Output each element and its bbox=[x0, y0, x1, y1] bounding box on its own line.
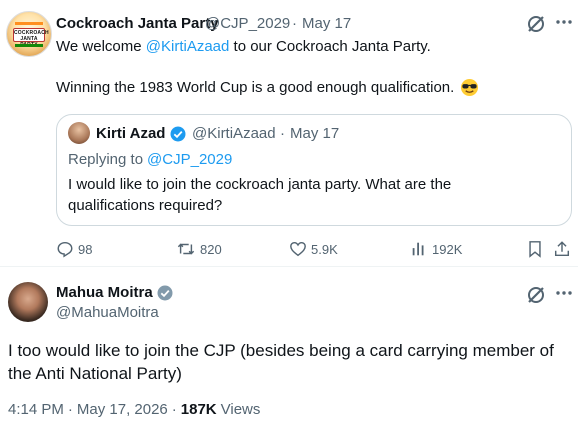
reply-count: 98 bbox=[78, 241, 93, 257]
tweet-text-line2-content: Winning the 1983 World Cup is a good eno… bbox=[56, 79, 455, 96]
tweet-text-line1: We welcome @KirtiAzaad to our Cockroach … bbox=[56, 38, 431, 55]
like-button[interactable]: 5.9K bbox=[289, 240, 338, 258]
like-count: 5.9K bbox=[311, 241, 338, 257]
quoted-separator-dot: · bbox=[280, 125, 285, 142]
post-date[interactable]: May 17 bbox=[302, 15, 351, 32]
mahua-avatar[interactable] bbox=[8, 282, 48, 322]
views-button[interactable]: 192K bbox=[410, 240, 462, 258]
separator-dot: · bbox=[171, 401, 177, 418]
quoted-text-line1: I would like to join the cockroach janta… bbox=[68, 176, 452, 193]
quoted-text-line2: qualifications required? bbox=[68, 197, 223, 214]
tweet2-text-line2: the Anti National Party) bbox=[8, 364, 182, 383]
more-options-icon[interactable] bbox=[554, 12, 574, 32]
replying-to-label: Replying to bbox=[68, 151, 144, 168]
quoted-author-name-text: Kirti Azad bbox=[96, 125, 166, 142]
quoted-author-handle[interactable]: @KirtiAzaad bbox=[192, 125, 276, 142]
bookmark-icon[interactable] bbox=[527, 240, 543, 258]
share-icon[interactable] bbox=[553, 240, 571, 258]
repost-icon bbox=[177, 243, 195, 255]
author-handle-2[interactable]: @MahuaMoitra bbox=[56, 304, 159, 321]
tweet2-meta: 4:14 PM · May 17, 2026 · 187K Views bbox=[8, 401, 260, 418]
sunglasses-emoji-icon bbox=[461, 78, 479, 97]
reply-button[interactable]: 98 bbox=[56, 240, 92, 258]
author-name-2[interactable]: Mahua Moitra bbox=[56, 284, 173, 301]
views-count: 192K bbox=[432, 241, 463, 257]
heart-icon bbox=[290, 241, 306, 257]
verified-grey-badge-icon bbox=[157, 285, 173, 301]
quoted-author-avatar[interactable] bbox=[68, 122, 90, 144]
author-handle[interactable]: @CJP_2029 bbox=[205, 15, 290, 32]
views-label: Views bbox=[220, 401, 261, 418]
post-full-date[interactable]: May 17, 2026 bbox=[77, 401, 168, 418]
mention-link[interactable]: @KirtiAzaad bbox=[146, 38, 230, 55]
analytics-icon bbox=[412, 242, 424, 256]
grok-icon[interactable] bbox=[526, 14, 546, 34]
separator-dot: · bbox=[292, 15, 297, 32]
repost-count: 820 bbox=[200, 241, 222, 257]
avatar-banner: COCKROACH JANTA PARTY bbox=[13, 28, 49, 48]
avatar-stripe-green bbox=[15, 44, 43, 47]
tweet-text-suffix: to our Cockroach Janta Party. bbox=[233, 38, 431, 55]
verified-badge-icon bbox=[170, 126, 186, 142]
avatar-stripe-saffron bbox=[15, 22, 43, 25]
replying-to-handle[interactable]: @CJP_2029 bbox=[147, 151, 232, 168]
divider bbox=[0, 266, 578, 267]
tweet-text-line2: Winning the 1983 World Cup is a good eno… bbox=[56, 78, 479, 97]
author-name-2-text: Mahua Moitra bbox=[56, 284, 153, 301]
tweet-text-prefix: We welcome bbox=[56, 38, 142, 55]
replying-to: Replying to @CJP_2029 bbox=[68, 151, 232, 168]
cjp-avatar[interactable]: COCKROACH JANTA PARTY bbox=[6, 11, 52, 57]
separator-dot: · bbox=[67, 401, 73, 418]
view-count: 187K bbox=[180, 401, 217, 418]
tweet2-text-line1: I too would like to join the CJP (beside… bbox=[8, 341, 554, 360]
repost-button[interactable]: 820 bbox=[176, 240, 222, 258]
reply-icon bbox=[57, 241, 73, 258]
grok-icon[interactable] bbox=[526, 285, 546, 305]
more-options-icon[interactable] bbox=[554, 283, 574, 303]
quoted-author-name[interactable]: Kirti Azad bbox=[96, 125, 186, 142]
quoted-post-date[interactable]: May 17 bbox=[290, 125, 339, 142]
post-time[interactable]: 4:14 PM bbox=[8, 401, 64, 418]
author-name[interactable]: Cockroach Janta Party bbox=[56, 15, 219, 32]
